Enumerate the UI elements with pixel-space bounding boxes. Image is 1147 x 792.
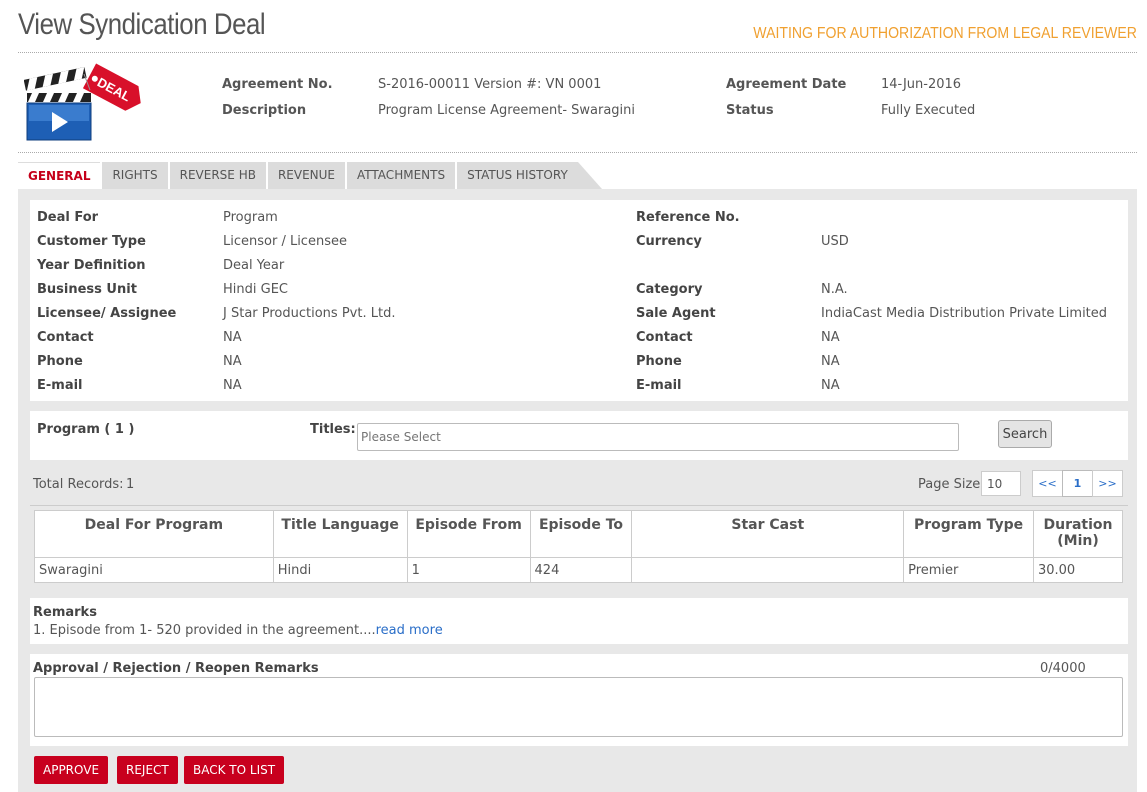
pagination: << 1 >> <box>1032 470 1123 497</box>
sale-agent-value: IndiaCast Media Distribution Private Lim… <box>821 306 1108 321</box>
sale-agent-label: Sale Agent <box>636 306 716 321</box>
tab-bar-tail <box>577 162 602 189</box>
header-divider-top <box>18 52 1137 53</box>
back-to-list-button[interactable]: BACK TO LIST <box>184 756 285 784</box>
agreement-no-label: Agreement No. <box>222 77 333 92</box>
cell-deal-for-program: Swaragini <box>34 557 274 583</box>
cell-title-language: Hindi <box>272 557 408 583</box>
category-label: Category <box>636 282 703 297</box>
remarks-content: 1. Episode from 1- 520 provided in the a… <box>33 623 376 638</box>
tab-rights[interactable]: RIGHTS <box>102 162 168 189</box>
records-divider <box>30 505 1128 506</box>
cell-star-cast <box>631 557 905 583</box>
currency-label: Currency <box>636 234 702 249</box>
deal-for-label: Deal For <box>37 210 99 225</box>
tab-status-history[interactable]: STATUS HISTORY <box>457 162 578 189</box>
reject-button[interactable]: REJECT <box>117 756 178 784</box>
pager-page-1-button[interactable]: 1 <box>1062 470 1093 497</box>
phone-label-right: Phone <box>636 354 682 369</box>
licensee-value: J Star Productions Pvt. Ltd. <box>223 306 396 321</box>
header-divider-bottom <box>18 152 1137 153</box>
status-banner: WAITING FOR AUTHORIZATION FROM LEGAL REV… <box>753 25 1137 42</box>
approval-char-counter: 0/4000 <box>1040 661 1086 676</box>
tab-revenue[interactable]: REVENUE <box>267 162 346 189</box>
contact-label-right: Contact <box>636 330 693 345</box>
contact-label-left: Contact <box>37 330 94 345</box>
cell-program-type: Premier <box>903 557 1034 583</box>
deal-for-value: Program <box>223 210 278 225</box>
approve-button[interactable]: APPROVE <box>34 756 109 784</box>
total-records-label: Total Records: <box>33 477 124 492</box>
cell-episode-to: 424 <box>529 557 633 583</box>
col-star-cast[interactable]: Star Cast <box>631 510 905 558</box>
approval-remarks-textarea[interactable] <box>34 677 1123 737</box>
description-label: Description <box>222 103 307 118</box>
remarks-label: Remarks <box>33 605 97 620</box>
reference-no-label: Reference No. <box>636 210 740 225</box>
titles-select-input[interactable] <box>357 423 959 451</box>
year-definition-value: Deal Year <box>223 258 285 273</box>
col-duration[interactable]: Duration (Min) <box>1032 510 1124 558</box>
tab-reverse-hb[interactable]: REVERSE HB <box>169 162 266 189</box>
category-value: N.A. <box>821 282 848 297</box>
currency-value: USD <box>821 234 849 249</box>
email-label-right: E-mail <box>636 378 682 393</box>
table-row[interactable]: Swaragini Hindi 1 424 Premier 30.00 <box>34 557 1124 583</box>
cell-duration: 30.00 <box>1032 557 1124 583</box>
business-unit-label: Business Unit <box>37 282 137 297</box>
col-episode-to[interactable]: Episode To <box>529 510 633 558</box>
general-info-box <box>30 200 1128 401</box>
page-size-input[interactable] <box>981 471 1021 496</box>
col-deal-for-program[interactable]: Deal For Program <box>34 510 274 558</box>
col-title-language[interactable]: Title Language <box>272 510 408 558</box>
tab-bar: GENERAL RIGHTS REVERSE HB REVENUE ATTACH… <box>18 162 602 189</box>
program-table: Deal For Program Title Language Episode … <box>34 510 1124 583</box>
phone-label-left: Phone <box>37 354 83 369</box>
customer-type-label: Customer Type <box>37 234 146 249</box>
phone-value-left: NA <box>223 354 242 369</box>
read-more-link[interactable]: read more <box>376 623 443 638</box>
description-value: Program License Agreement- Swaragini <box>378 103 636 118</box>
total-records-value: 1 <box>126 477 135 492</box>
titles-label: Titles: <box>310 422 356 437</box>
cell-episode-from: 1 <box>406 557 531 583</box>
agreement-date-value: 14-Jun-2016 <box>881 77 962 92</box>
customer-type-value: Licensor / Licensee <box>223 234 347 249</box>
email-value-left: NA <box>223 378 242 393</box>
page-size-label: Page Size: <box>918 477 985 492</box>
pager-next-button[interactable]: >> <box>1092 470 1123 497</box>
contact-value-right: NA <box>821 330 840 345</box>
approval-remarks-label: Approval / Rejection / Reopen Remarks <box>33 661 319 676</box>
remarks-text: 1. Episode from 1- 520 provided in the a… <box>33 623 443 638</box>
contact-value-left: NA <box>223 330 242 345</box>
year-definition-label: Year Definition <box>37 258 146 273</box>
email-value-right: NA <box>821 378 840 393</box>
agreement-no-value: S-2016-00011 Version #: VN 0001 <box>378 77 602 92</box>
agreement-date-label: Agreement Date <box>726 77 847 92</box>
business-unit-value: Hindi GEC <box>223 282 288 297</box>
col-program-type[interactable]: Program Type <box>903 510 1034 558</box>
tab-general[interactable]: GENERAL <box>18 162 101 189</box>
program-count-label: Program ( 1 ) <box>37 422 135 437</box>
deal-clapperboard-icon: DEAL <box>23 60 149 142</box>
table-header-row: Deal For Program Title Language Episode … <box>34 510 1124 558</box>
page-title: View Syndication Deal <box>18 8 266 41</box>
email-label-left: E-mail <box>37 378 83 393</box>
search-button[interactable]: Search <box>998 420 1052 448</box>
status-value: Fully Executed <box>881 103 976 118</box>
pager-prev-button[interactable]: << <box>1032 470 1063 497</box>
phone-value-right: NA <box>821 354 840 369</box>
col-episode-from[interactable]: Episode From <box>406 510 531 558</box>
status-label: Status <box>726 103 774 118</box>
tab-attachments[interactable]: ATTACHMENTS <box>347 162 456 189</box>
licensee-label: Licensee/ Assignee <box>37 306 177 321</box>
